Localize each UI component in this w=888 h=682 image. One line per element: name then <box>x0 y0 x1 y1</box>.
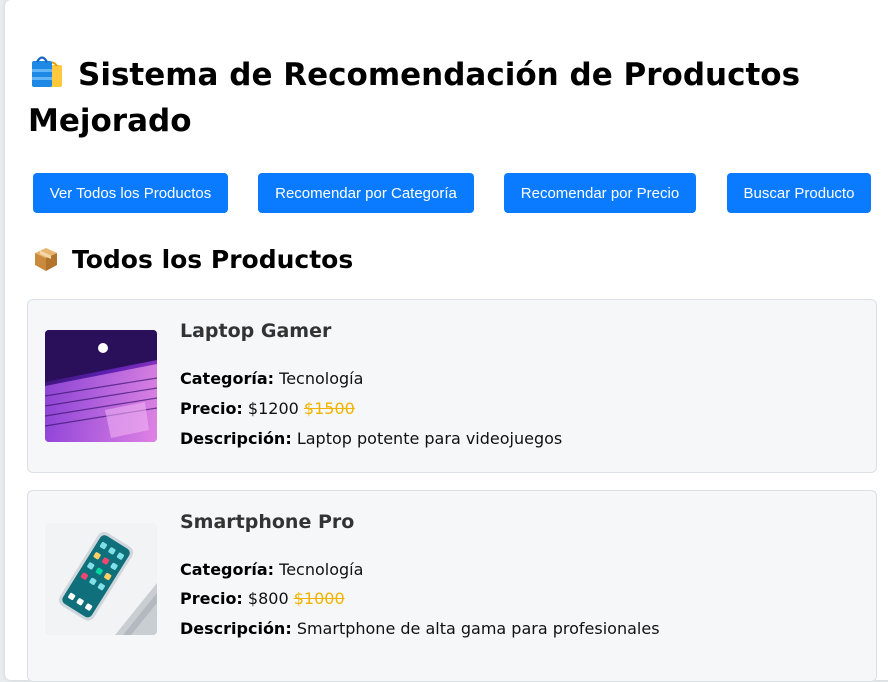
product-description: Descripción: Smartphone de alta gama par… <box>180 619 660 638</box>
description-label: Descripción: <box>180 619 292 638</box>
smartphone-photo <box>45 523 157 635</box>
product-name: Smartphone Pro <box>180 511 355 533</box>
product-name: Laptop Gamer <box>180 320 332 342</box>
product-card: Laptop Gamer Categoría: Tecnología Preci… <box>27 299 877 473</box>
price-value: $1200 <box>247 399 299 418</box>
recommend-by-price-button[interactable]: Recomendar por Precio <box>504 173 696 213</box>
search-product-button[interactable]: Buscar Producto <box>727 173 871 213</box>
category-label: Categoría: <box>180 369 275 388</box>
main-panel: Sistema de Recomendación de Productos Me… <box>5 0 888 682</box>
page-title: Sistema de Recomendación de Productos Me… <box>28 52 868 144</box>
section-title-text: Todos los Productos <box>72 245 354 274</box>
recommend-by-category-button[interactable]: Recomendar por Categoría <box>258 173 474 213</box>
description-value: Laptop potente para videojuegos <box>296 429 563 448</box>
category-label: Categoría: <box>180 560 275 579</box>
section-title: Todos los Productos <box>32 240 353 280</box>
page-title-text: Sistema de Recomendación de Productos Me… <box>28 57 801 139</box>
category-value: Tecnología <box>279 560 364 579</box>
product-card: Smartphone Pro Categoría: Tecnología Pre… <box>27 490 877 682</box>
old-price: $1000 <box>293 589 345 608</box>
product-price: Precio: $1200 $1500 <box>180 399 355 418</box>
product-description: Descripción: Laptop potente para videoju… <box>180 429 562 448</box>
package-icon <box>32 245 60 273</box>
price-value: $800 <box>247 589 289 608</box>
price-label: Precio: <box>180 589 243 608</box>
price-label: Precio: <box>180 399 243 418</box>
category-value: Tecnología <box>279 369 364 388</box>
description-value: Smartphone de alta gama para profesional… <box>296 619 660 638</box>
description-label: Descripción: <box>180 429 292 448</box>
product-category: Categoría: Tecnología <box>180 560 363 579</box>
shopping-bags-icon <box>28 53 66 91</box>
view-all-products-button[interactable]: Ver Todos los Productos <box>33 173 228 213</box>
product-category: Categoría: Tecnología <box>180 369 363 388</box>
old-price: $1500 <box>303 399 355 418</box>
laptop-photo <box>45 330 157 442</box>
product-price: Precio: $800 $1000 <box>180 589 345 608</box>
